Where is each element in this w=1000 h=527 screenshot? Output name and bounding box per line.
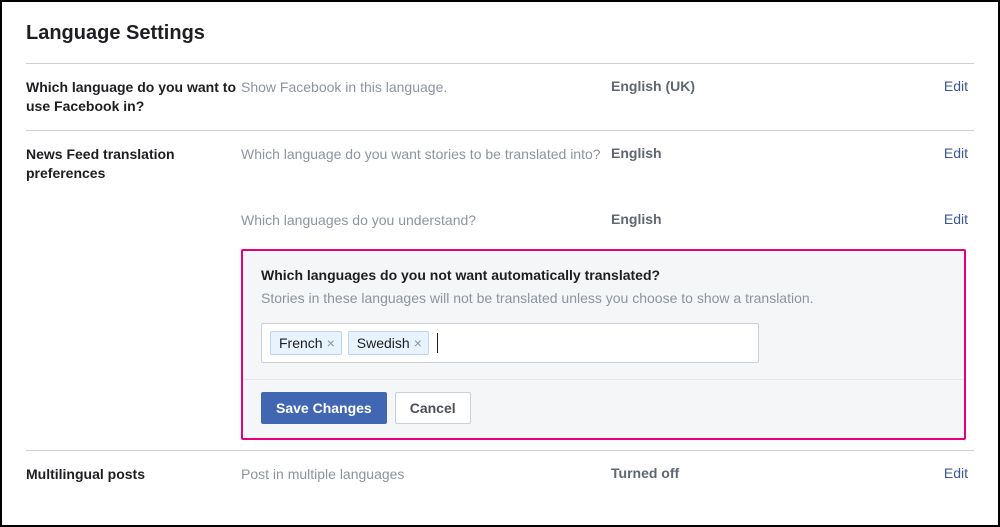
- language-token: French ×: [270, 331, 342, 355]
- row-label: News Feed translation preferences: [26, 145, 241, 183]
- token-label: Swedish: [357, 335, 410, 351]
- language-token-input[interactable]: French × Swedish ×: [261, 323, 759, 363]
- row-value: English: [611, 211, 861, 230]
- cancel-button[interactable]: Cancel: [395, 392, 471, 424]
- edit-link[interactable]: Edit: [944, 211, 974, 230]
- panel-divider: [243, 379, 964, 380]
- panel-title: Which languages do you not want automati…: [261, 267, 946, 283]
- row-multilingual-posts: Multilingual posts Post in multiple lang…: [26, 451, 974, 498]
- save-button[interactable]: Save Changes: [261, 392, 387, 424]
- remove-token-icon[interactable]: ×: [414, 336, 422, 350]
- text-cursor: [437, 333, 438, 353]
- no-auto-translate-panel: Which languages do you not want automati…: [241, 249, 966, 440]
- panel-buttons: Save Changes Cancel: [261, 392, 946, 424]
- row-label: Which language do you want to use Facebo…: [26, 78, 241, 116]
- subrow-understand: Which languages do you understand? Engli…: [26, 197, 974, 244]
- token-label: French: [279, 335, 323, 351]
- subrow-translate-into: News Feed translation preferences Which …: [26, 145, 974, 197]
- row-description: Show Facebook in this language.: [241, 78, 611, 97]
- edit-link[interactable]: Edit: [944, 145, 974, 183]
- row-description: Which language do you want stories to be…: [241, 145, 611, 183]
- row-description: Post in multiple languages: [241, 465, 611, 484]
- row-value: Turned off: [611, 465, 861, 481]
- edit-link[interactable]: Edit: [944, 465, 974, 481]
- edit-link[interactable]: Edit: [944, 78, 974, 94]
- remove-token-icon[interactable]: ×: [327, 336, 335, 350]
- row-facebook-language: Which language do you want to use Facebo…: [26, 64, 974, 130]
- row-news-feed-translation: News Feed translation preferences Which …: [26, 131, 974, 440]
- language-token: Swedish ×: [348, 331, 429, 355]
- row-description: Which languages do you understand?: [241, 211, 611, 230]
- settings-frame: Language Settings Which language do you …: [0, 0, 1000, 527]
- row-value: English: [611, 145, 861, 183]
- panel-subtitle: Stories in these languages will not be t…: [261, 289, 946, 309]
- page-title: Language Settings: [26, 22, 974, 45]
- row-value: English (UK): [611, 78, 861, 94]
- row-label: Multilingual posts: [26, 465, 241, 484]
